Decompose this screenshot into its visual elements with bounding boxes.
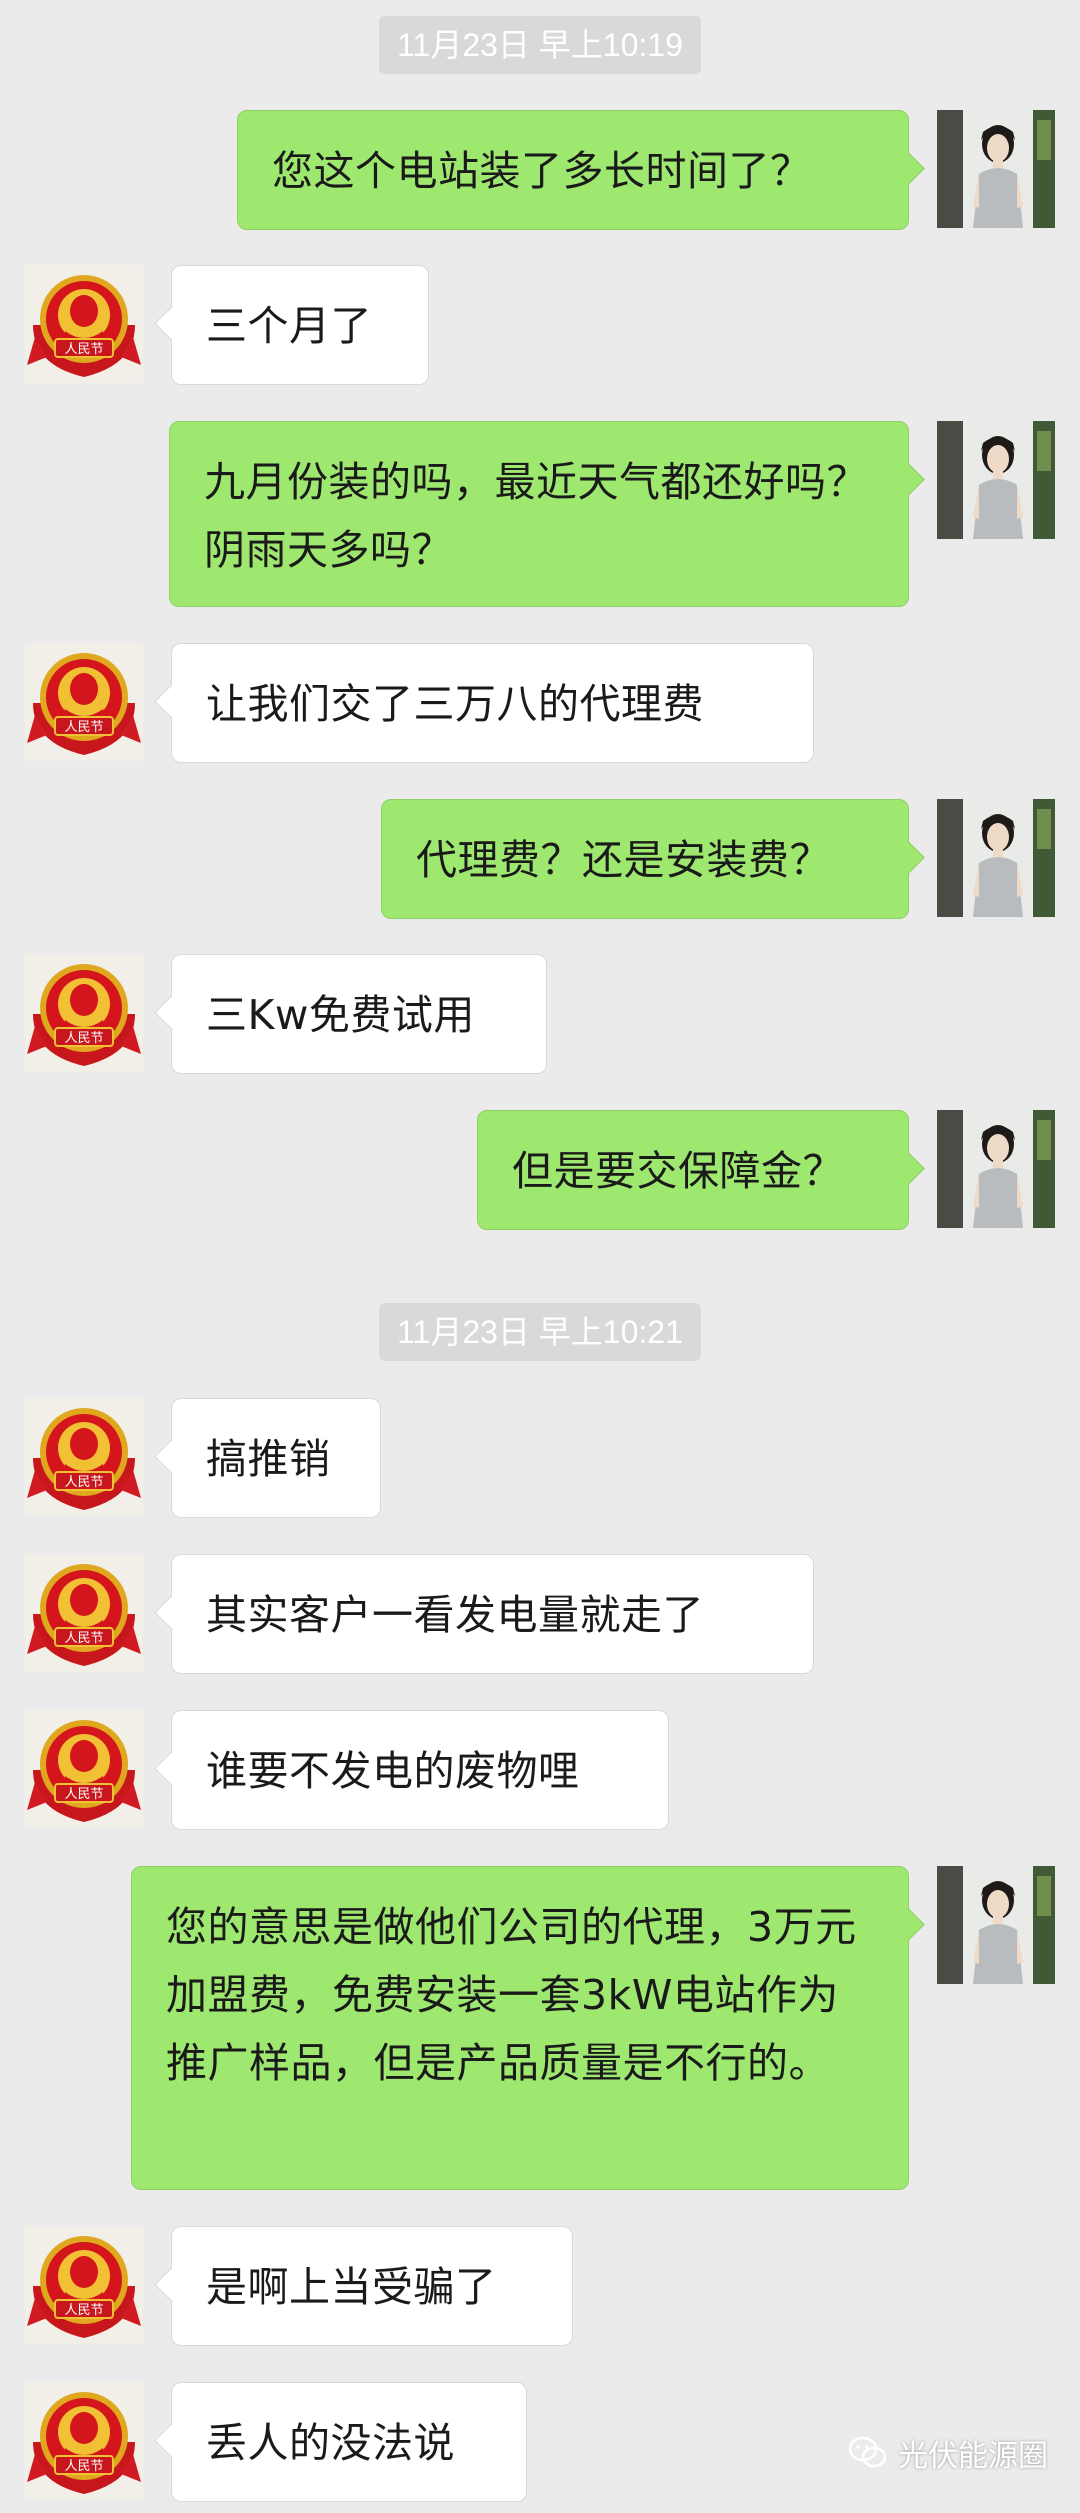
message-text: 三个月了 — [206, 302, 372, 350]
emblem-avatar-icon[interactable]: 人民节 — [25, 2226, 143, 2344]
message-text: 代理费？还是安装费？ — [416, 836, 831, 884]
sent-message-bubble[interactable]: 代理费？还是安装费？ — [381, 799, 909, 919]
svg-text:人民节: 人民节 — [64, 1787, 103, 1802]
girl-photo-avatar-icon[interactable] — [937, 110, 1055, 228]
girl-photo-avatar-icon[interactable] — [937, 1866, 1055, 1984]
sent-message-bubble[interactable]: 您的意思是做他们公司的代理，3万元加盟费，免费安装一套3kW电站作为推广样品，但… — [131, 1866, 909, 2190]
sent-message-bubble[interactable]: 九月份装的吗，最近天气都还好吗？阴雨天多吗？ — [169, 421, 909, 607]
emblem-avatar-icon[interactable]: 人民节 — [25, 1398, 143, 1516]
received-message-bubble[interactable]: 其实客户一看发电量就走了 — [171, 1554, 814, 1674]
timestamp-text: 11月23日 早上10:21 — [379, 1303, 701, 1361]
message-text: 三Kw免费试用 — [206, 991, 475, 1039]
message-text: 您的意思是做他们公司的代理，3万元加盟费，免费安装一套3kW电站作为推广样品，但… — [166, 1903, 857, 2087]
received-message-bubble[interactable]: 丢人的没法说 — [171, 2382, 527, 2502]
received-message-bubble[interactable]: 三Kw免费试用 — [171, 954, 547, 1074]
watermark: 光伏能源圈 — [848, 2431, 1048, 2475]
message-text: 其实客户一看发电量就走了 — [206, 1591, 704, 1639]
svg-text:人民节: 人民节 — [64, 720, 103, 735]
received-message-bubble[interactable]: 三个月了 — [171, 265, 429, 385]
emblem-avatar-icon[interactable]: 人民节 — [25, 2382, 143, 2500]
message-text: 搞推销 — [206, 1435, 331, 1483]
emblem-avatar-icon[interactable]: 人民节 — [25, 1554, 143, 1672]
chat-area[interactable]: 11月23日 早上10:19 您这个电站装了多长时间了？ 人民节 三个月了 九月… — [0, 0, 1080, 2513]
message-text: 九月份装的吗，最近天气都还好吗？阴雨天多吗？ — [204, 458, 868, 574]
emblem-avatar-icon[interactable]: 人民节 — [25, 954, 143, 1072]
sent-message-bubble[interactable]: 您这个电站装了多长时间了？ — [237, 110, 909, 230]
timestamp: 11月23日 早上10:21 — [0, 1303, 1080, 1361]
received-message-bubble[interactable]: 是啊上当受骗了 — [171, 2226, 573, 2346]
svg-text:人民节: 人民节 — [64, 1031, 103, 1046]
emblem-avatar-icon[interactable]: 人民节 — [25, 265, 143, 383]
girl-photo-avatar-icon[interactable] — [937, 421, 1055, 539]
emblem-avatar-icon[interactable]: 人民节 — [25, 1710, 143, 1828]
received-message-bubble[interactable]: 让我们交了三万八的代理费 — [171, 643, 814, 763]
svg-text:人民节: 人民节 — [64, 1631, 103, 1646]
message-text: 是啊上当受骗了 — [206, 2263, 497, 2311]
wechat-icon — [848, 2436, 887, 2468]
emblem-avatar-icon[interactable]: 人民节 — [25, 643, 143, 761]
svg-text:人民节: 人民节 — [64, 342, 103, 357]
received-message-bubble[interactable]: 搞推销 — [171, 1398, 381, 1518]
girl-photo-avatar-icon[interactable] — [937, 799, 1055, 917]
message-text: 丢人的没法说 — [206, 2419, 455, 2467]
girl-photo-avatar-icon[interactable] — [937, 1110, 1055, 1228]
svg-text:人民节: 人民节 — [64, 2459, 103, 2474]
message-text: 您这个电站装了多长时间了？ — [272, 147, 812, 195]
watermark-text: 光伏能源圈 — [898, 2439, 1048, 2474]
timestamp-text: 11月23日 早上10:19 — [379, 16, 701, 74]
svg-text:人民节: 人民节 — [64, 2303, 103, 2318]
received-message-bubble[interactable]: 谁要不发电的废物哩 — [171, 1710, 669, 1830]
message-text: 谁要不发电的废物哩 — [206, 1747, 580, 1795]
message-text: 但是要交保障金？ — [512, 1147, 844, 1195]
timestamp: 11月23日 早上10:19 — [0, 16, 1080, 74]
message-text: 让我们交了三万八的代理费 — [206, 680, 704, 728]
svg-text:人民节: 人民节 — [64, 1475, 103, 1490]
sent-message-bubble[interactable]: 但是要交保障金？ — [477, 1110, 909, 1230]
